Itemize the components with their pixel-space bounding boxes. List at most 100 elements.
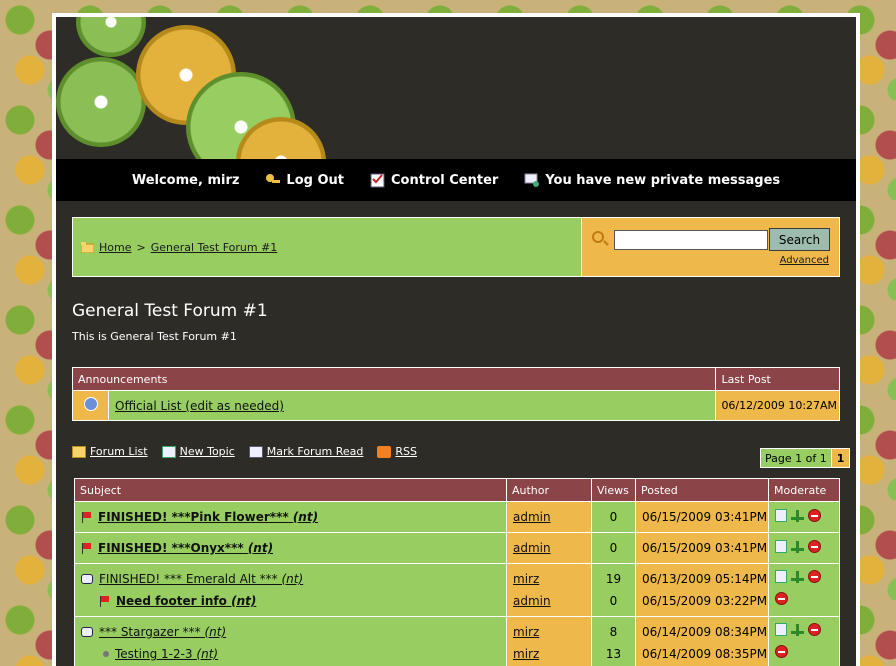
author-link[interactable]: mirz (513, 647, 539, 661)
delete-icon[interactable] (808, 509, 821, 522)
merge-topic-icon[interactable] (791, 570, 804, 583)
author-cell: mirz mirz (506, 616, 592, 666)
new-topic-icon (161, 445, 176, 458)
posted-value: 06/14/2009 08:34PM (642, 625, 768, 639)
author-cell: admin (506, 501, 592, 533)
advanced-search-link[interactable]: Advanced (780, 255, 829, 266)
new-topic-link[interactable]: New Topic (161, 445, 235, 458)
moderate-cell (768, 616, 840, 666)
move-topic-icon[interactable] (775, 570, 787, 583)
topic-link[interactable]: FINISHED! *** Emerald Alt *** (nt) (99, 572, 303, 586)
move-topic-icon[interactable] (775, 623, 787, 636)
page-info: Page 1 of 1 (761, 449, 831, 467)
header-banner (56, 17, 856, 159)
moderate-header: Moderate (768, 478, 840, 502)
author-header: Author (506, 478, 592, 502)
reply-tag: (nt) (231, 594, 257, 608)
delete-icon[interactable] (808, 540, 821, 553)
folder-icon (72, 445, 86, 458)
logout-label: Log Out (286, 172, 344, 188)
page-current[interactable]: 1 (830, 449, 850, 467)
rss-icon (377, 445, 392, 458)
announcement-icon-cell (72, 390, 109, 421)
thread-icon (81, 574, 93, 584)
author-link[interactable]: mirz (513, 572, 539, 586)
topic-link[interactable]: FINISHED! ***Onyx*** (nt) (98, 541, 273, 555)
views-header: Views (591, 478, 636, 502)
views-cell: 0 (591, 501, 636, 533)
search-button[interactable]: Search (769, 228, 830, 251)
merge-topic-icon[interactable] (791, 540, 804, 553)
page-title: General Test Forum #1 (72, 301, 268, 321)
author-link[interactable]: admin (513, 541, 551, 555)
breadcrumb-home-link[interactable]: Home (99, 241, 131, 254)
search-icon (592, 231, 604, 243)
reply-link[interactable]: Need footer info (nt) (116, 594, 256, 608)
author-link[interactable]: mirz (513, 625, 539, 639)
rss-link[interactable]: RSS (377, 445, 417, 458)
search-panel: Search Advanced (581, 218, 839, 276)
moderate-cell (768, 501, 840, 533)
info-icon (83, 397, 98, 411)
topic-subject-cell: FINISHED! *** Emerald Alt *** (nt) Need … (74, 563, 507, 617)
reply-title: Testing 1-2-3 (115, 647, 193, 661)
topic-tag: (nt) (204, 625, 227, 639)
user-nav-bar: Welcome, mirz Log Out Control Center You… (56, 159, 856, 201)
views-value: 19 (605, 572, 622, 586)
mark-read-link[interactable]: Mark Forum Read (248, 445, 363, 458)
delete-icon[interactable] (775, 645, 788, 658)
delete-icon[interactable] (808, 570, 821, 583)
move-topic-icon[interactable] (775, 509, 787, 522)
merge-topic-icon[interactable] (791, 509, 804, 522)
subject-header: Subject (74, 478, 507, 502)
topic-tag: (nt) (292, 510, 319, 524)
sticky-flag-icon (81, 511, 92, 523)
author-link[interactable]: admin (513, 594, 551, 608)
topic-tag: (nt) (281, 572, 304, 586)
announcements-table: Announcements Last Post Official List (e… (71, 367, 840, 421)
author-link[interactable]: admin (513, 510, 551, 524)
delete-icon[interactable] (775, 592, 788, 605)
welcome-text: Welcome, mirz (132, 173, 240, 188)
table-row: FINISHED! ***Onyx*** (nt) admin 0 06/15/… (74, 532, 840, 564)
announcement-link[interactable]: Official List (edit as needed) (115, 399, 284, 413)
posted-cell: 06/14/2009 08:34PM 06/14/2009 08:35PM (635, 616, 769, 666)
control-center-label: Control Center (391, 172, 499, 188)
private-messages-label: You have new private messages (545, 172, 781, 188)
reply-link[interactable]: Testing 1-2-3 (nt) (115, 647, 218, 661)
reply-bullet-icon (103, 651, 109, 657)
topic-link[interactable]: *** Stargazer *** (nt) (99, 625, 226, 639)
search-input[interactable] (614, 230, 768, 250)
topics-table: Subject Author Views Posted Moderate FIN… (74, 478, 840, 666)
topic-title: FINISHED! *** Emerald Alt *** (99, 572, 278, 586)
sticky-flag-icon (81, 542, 92, 554)
author-cell: mirz admin (506, 563, 592, 617)
move-topic-icon[interactable] (775, 540, 787, 553)
announcements-header: Announcements (71, 367, 717, 391)
mark-read-icon (248, 445, 263, 458)
author-cell: admin (506, 532, 592, 564)
topic-title: FINISHED! ***Pink Flower*** (98, 510, 289, 524)
views-cell: 19 0 (591, 563, 636, 617)
table-row: FINISHED! ***Pink Flower*** (nt) admin 0… (74, 501, 840, 533)
breadcrumb-current-link[interactable]: General Test Forum #1 (151, 241, 278, 254)
breadcrumb-search-panel: Home > General Test Forum #1 Search Adva… (72, 217, 840, 277)
page-container: Welcome, mirz Log Out Control Center You… (52, 13, 860, 666)
views-cell: 8 13 (591, 616, 636, 666)
logout-link[interactable]: Log Out (265, 172, 344, 188)
delete-icon[interactable] (808, 623, 821, 636)
topic-subject-cell: *** Stargazer *** (nt) Testing 1-2-3 (nt… (74, 616, 507, 666)
rss-label: RSS (395, 445, 418, 458)
merge-topic-icon[interactable] (791, 623, 804, 636)
views-cell: 0 (591, 532, 636, 564)
forum-description: This is General Test Forum #1 (72, 330, 237, 343)
announcement-row: Official List (edit as needed) 06/12/200… (72, 390, 840, 421)
topic-title: FINISHED! ***Onyx*** (98, 541, 244, 555)
pagination: Page 1 of 1 1 (760, 448, 851, 468)
table-row: FINISHED! *** Emerald Alt *** (nt) Need … (74, 563, 840, 617)
topic-link[interactable]: FINISHED! ***Pink Flower*** (nt) (98, 510, 318, 524)
key-icon (266, 174, 281, 183)
control-center-link[interactable]: Control Center (370, 172, 498, 188)
forum-list-link[interactable]: Forum List (72, 445, 148, 458)
private-messages-link[interactable]: You have new private messages (524, 172, 780, 188)
